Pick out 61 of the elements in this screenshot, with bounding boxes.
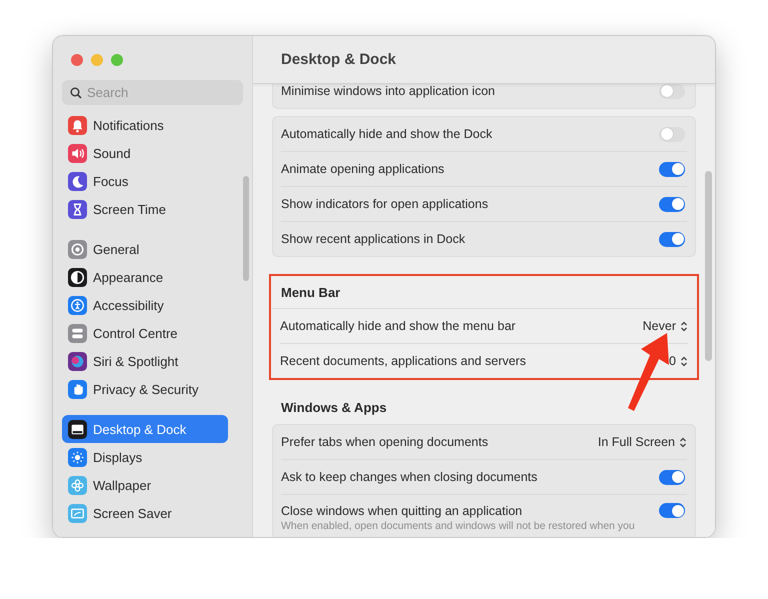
zoom-button[interactable]	[111, 54, 123, 66]
section-heading: Menu Bar	[280, 284, 342, 302]
monitor-icon	[68, 504, 87, 522]
setting-label: Prefer tabs when opening documents	[281, 435, 488, 449]
setting-label: Automatically hide and show the menu bar	[280, 319, 516, 333]
speaker-icon	[68, 144, 87, 162]
toggle-switch[interactable]	[659, 470, 685, 484]
sidebar-item[interactable]: Screen Saver	[62, 499, 228, 527]
sidebar-item[interactable]: Appearance	[62, 263, 228, 291]
setting-label: Show recent applications in Dock	[281, 232, 466, 246]
toggle-switch[interactable]	[659, 162, 685, 176]
sidebar-item[interactable]: Desktop & Dock	[62, 415, 228, 443]
setting-label: Close windows when quitting an application	[281, 504, 522, 518]
setting-label: Show indicators for open applications	[281, 197, 488, 211]
setting-label: Animate opening applications	[281, 162, 444, 176]
popup-button[interactable]: In Full Screen	[598, 435, 687, 449]
orb-icon	[68, 352, 87, 370]
sidebar-item[interactable]: Control Centre	[62, 319, 228, 347]
flower-icon	[68, 476, 87, 494]
setting-label: Recent documents, applications and servers	[280, 354, 526, 368]
section-heading: Windows & Apps	[280, 398, 388, 417]
search-field[interactable]: Search	[62, 80, 243, 105]
toggle-switch[interactable]	[659, 232, 685, 246]
dock-icon	[68, 420, 87, 438]
close-button[interactable]	[71, 54, 83, 66]
sidebar-item[interactable]: Accessibility	[62, 291, 228, 319]
hand-icon	[68, 380, 87, 398]
pane-title: Desktop & Dock	[281, 51, 396, 68]
popup-button[interactable]: Never	[642, 319, 688, 333]
sidebar-item[interactable]: Focus	[62, 167, 228, 195]
sidebar-item[interactable]: Wallpaper	[62, 471, 228, 499]
toggle-switch[interactable]	[659, 196, 685, 212]
bell-icon	[68, 116, 87, 134]
half-circle-icon	[68, 268, 87, 286]
minimize-button[interactable]	[91, 54, 103, 66]
sidebar-item[interactable]: Sound	[62, 139, 228, 167]
chevron-updown-icon	[680, 320, 688, 332]
sidebar-item[interactable]: Siri & Spotlight	[62, 347, 228, 375]
person-circle-icon	[68, 296, 87, 314]
sidebar-item[interactable]: Screen Time	[62, 195, 228, 223]
toggle-switch[interactable]	[659, 126, 685, 142]
moon-icon	[68, 172, 87, 190]
sidebar-item[interactable]: General	[62, 235, 228, 263]
sun-icon	[68, 448, 87, 466]
setting-label: Minimise windows into application icon	[281, 84, 495, 98]
sidebar-item[interactable]: Notifications	[62, 111, 228, 139]
toggle-switch[interactable]	[659, 84, 685, 98]
sidebar-item[interactable]: Displays	[62, 443, 228, 471]
scrollbar-thumb[interactable]	[705, 171, 712, 361]
chevron-updown-icon	[680, 356, 688, 366]
popup-button[interactable]: 0	[669, 354, 688, 368]
chevron-updown-icon	[679, 436, 687, 448]
setting-label: Automatically hide and show the Dock	[281, 127, 492, 141]
hourglass-icon	[68, 200, 87, 218]
switches-icon	[68, 324, 87, 342]
sidebar-item[interactable]: Privacy & Security	[62, 375, 228, 403]
scrollbar-thumb[interactable]	[243, 176, 249, 281]
gear-icon	[68, 240, 87, 258]
setting-label: Ask to keep changes when closing documents	[281, 470, 538, 484]
setting-description: When enabled, open documents and windows will not be restored when you	[281, 520, 635, 533]
toggle-switch[interactable]	[659, 503, 685, 518]
